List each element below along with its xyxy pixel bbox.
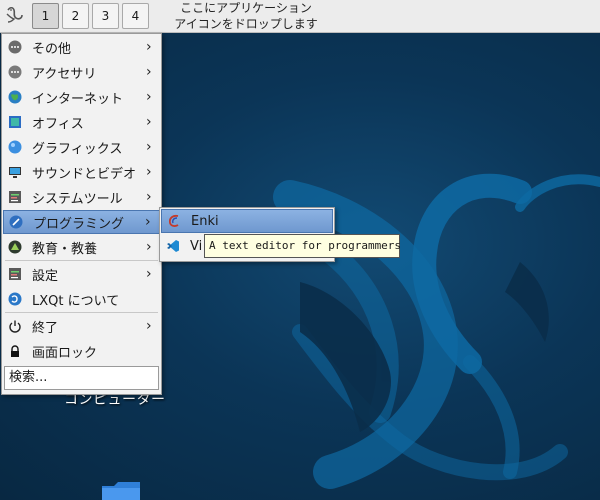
menu-search-input[interactable]: 検索... [4, 366, 159, 390]
monitor-icon [8, 165, 22, 179]
chevron-right-icon: › [146, 139, 152, 155]
folder-icon[interactable] [100, 480, 142, 500]
chevron-right-icon: › [146, 239, 152, 255]
menu-item-leave[interactable]: 終了 › [3, 314, 160, 338]
menu-item-system-tools[interactable]: システムツール › [3, 185, 160, 209]
menu-item-label: LXQt について [32, 293, 120, 309]
tooltip: A text editor for programmers [204, 234, 401, 258]
submenu-item-enki[interactable]: Enki [161, 209, 333, 233]
menu-item-about-lxqt[interactable]: LXQt について [3, 287, 160, 311]
office-icon [8, 115, 22, 129]
lock-icon [8, 344, 22, 358]
menu-item-label: 終了 [32, 320, 59, 336]
menu-item-label: システムツール [32, 191, 123, 207]
globe-icon [8, 90, 22, 104]
menu-item-label: インターネット [32, 91, 124, 107]
application-menu: その他 › アクセサリ › インターネット › オフィス › グラフィックス ›… [1, 33, 162, 395]
menu-separator [5, 312, 158, 313]
settings-icon [8, 267, 22, 281]
chevron-right-icon: › [146, 89, 152, 105]
menu-separator [5, 260, 158, 261]
menu-item-accessories[interactable]: アクセサリ › [3, 60, 160, 84]
quicklaunch-hint-line2: アイコンをドロップします [174, 17, 318, 31]
education-icon [8, 240, 22, 254]
chevron-right-icon: › [146, 164, 152, 180]
chevron-right-icon: › [146, 114, 152, 130]
chevron-right-icon: › [146, 266, 152, 282]
lxqt-logo-icon [8, 292, 22, 306]
menu-item-sound-video[interactable]: サウンドとビデオ › [3, 160, 160, 184]
chevron-right-icon: › [146, 318, 152, 334]
menu-item-office[interactable]: オフィス › [3, 110, 160, 134]
enki-icon [167, 214, 181, 228]
chevron-right-icon: › [146, 64, 152, 80]
chevron-right-icon: › [146, 189, 152, 205]
menu-item-label: サウンドとビデオ [32, 166, 137, 182]
workspace-button-3[interactable]: 3 [92, 3, 119, 29]
workspace-button-2[interactable]: 2 [62, 3, 89, 29]
menu-item-label: アクセサリ [32, 66, 97, 82]
accessories-icon [8, 65, 22, 79]
workspace-button-4[interactable]: 4 [122, 3, 149, 29]
system-tools-icon [8, 190, 22, 204]
menu-item-other[interactable]: その他 › [3, 35, 160, 59]
programming-icon [9, 215, 23, 229]
submenu-item-label: Enki [191, 213, 219, 229]
menu-item-lock-screen[interactable]: 画面ロック [3, 339, 160, 363]
lxqt-bird-icon [6, 6, 23, 23]
application-menu-button[interactable] [2, 2, 28, 28]
top-panel: 1 2 3 4 ここにアプリケーション アイコンをドロップします [0, 0, 600, 33]
menu-item-programming[interactable]: プログラミング › [3, 210, 160, 234]
menu-item-label: プログラミング [33, 216, 125, 232]
menu-item-label: 教育・教養 [32, 241, 98, 257]
quicklaunch-drop-area[interactable]: ここにアプリケーション アイコンをドロップします [156, 0, 336, 32]
more-dots-icon [8, 40, 22, 54]
workspace-button-1[interactable]: 1 [32, 3, 59, 29]
quicklaunch-hint-line1: ここにアプリケーション [180, 1, 312, 15]
chevron-right-icon: › [145, 214, 151, 230]
menu-item-graphics[interactable]: グラフィックス › [3, 135, 160, 159]
menu-item-label: 画面ロック [32, 345, 98, 361]
menu-item-settings[interactable]: 設定 › [3, 262, 160, 286]
menu-item-label: その他 [32, 41, 72, 57]
graphics-icon [8, 140, 22, 154]
menu-item-label: 設定 [32, 268, 59, 284]
menu-item-education[interactable]: 教育・教養 › [3, 235, 160, 259]
chevron-right-icon: › [146, 39, 152, 55]
menu-item-label: オフィス [32, 116, 84, 132]
menu-item-label: グラフィックス [32, 141, 123, 157]
power-icon [8, 319, 22, 333]
menu-item-internet[interactable]: インターネット › [3, 85, 160, 109]
vscode-icon [166, 239, 180, 253]
